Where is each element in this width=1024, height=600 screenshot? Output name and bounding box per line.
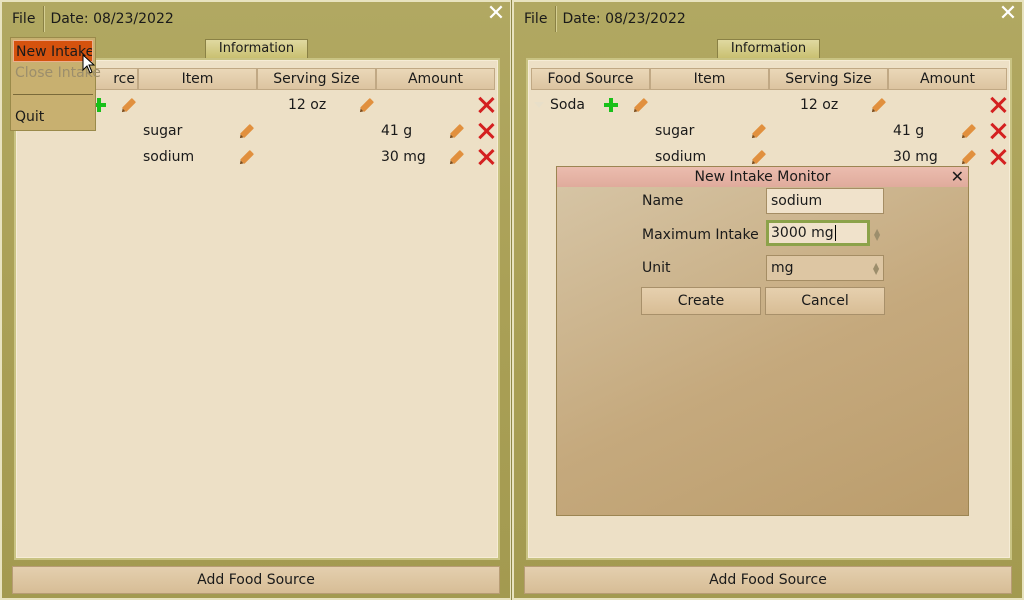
pencil-icon[interactable] bbox=[239, 123, 255, 139]
item-amount: 41 g bbox=[893, 123, 925, 139]
pencil-icon[interactable] bbox=[871, 97, 887, 113]
column-serving-size: Serving Size bbox=[769, 68, 888, 90]
pencil-icon[interactable] bbox=[121, 97, 137, 113]
delete-x-icon[interactable] bbox=[478, 123, 494, 139]
file-menu[interactable]: File bbox=[516, 6, 555, 32]
dialog-title: New Intake Monitor bbox=[694, 169, 831, 185]
maximum-intake-field[interactable]: 3000 mg bbox=[766, 220, 870, 246]
new-intake-monitor-dialog: New Intake Monitor ✕ Name sodium Maximum… bbox=[556, 166, 969, 516]
table-header: Food Source Item Serving Size Amount bbox=[531, 68, 1007, 90]
table-row-item: sugar 41 g bbox=[528, 119, 1010, 143]
unit-label: Unit bbox=[642, 260, 671, 276]
plus-icon[interactable] bbox=[604, 98, 618, 112]
left-window: File Date: 08/23/2022 ✕ Information rce … bbox=[0, 0, 513, 600]
table-row-item: sodium 30 mg bbox=[16, 145, 498, 169]
add-food-source-button[interactable]: Add Food Source bbox=[524, 566, 1012, 594]
pencil-icon[interactable] bbox=[359, 97, 375, 113]
cancel-button[interactable]: Cancel bbox=[765, 287, 885, 315]
pencil-icon[interactable] bbox=[449, 149, 465, 165]
pencil-icon[interactable] bbox=[961, 123, 977, 139]
date-label: Date: 08/23/2022 bbox=[562, 11, 686, 27]
item-amount: 30 mg bbox=[381, 149, 426, 165]
maximum-intake-value: 3000 mg bbox=[771, 225, 834, 241]
serving-size-value: 12 oz bbox=[800, 97, 839, 113]
food-table-panel: rce Item Serving Size Amount 12 oz sugar… bbox=[14, 58, 500, 560]
item-name: sodium bbox=[143, 149, 195, 165]
mouse-cursor-icon bbox=[82, 54, 96, 74]
column-food-source: Food Source bbox=[531, 68, 650, 90]
column-serving-size: Serving Size bbox=[257, 68, 376, 90]
maximum-intake-label: Maximum Intake bbox=[642, 227, 759, 243]
close-icon[interactable]: ✕ bbox=[951, 167, 964, 187]
item-name: sugar bbox=[143, 123, 183, 139]
item-amount: 41 g bbox=[381, 123, 413, 139]
unit-value: mg bbox=[771, 260, 794, 276]
add-food-source-button[interactable]: Add Food Source bbox=[12, 566, 500, 594]
delete-x-icon[interactable] bbox=[990, 123, 1006, 139]
menu-item-quit[interactable]: Quit bbox=[13, 106, 44, 128]
serving-size-value: 12 oz bbox=[288, 97, 327, 113]
delete-x-icon[interactable] bbox=[478, 149, 494, 165]
column-amount: Amount bbox=[888, 68, 1007, 90]
column-amount: Amount bbox=[376, 68, 495, 90]
menu-separator bbox=[13, 94, 93, 95]
pencil-icon[interactable] bbox=[751, 149, 767, 165]
menubar: File Date: 08/23/2022 bbox=[516, 6, 992, 32]
create-button[interactable]: Create bbox=[641, 287, 761, 315]
pencil-icon[interactable] bbox=[751, 123, 767, 139]
close-icon[interactable]: ✕ bbox=[998, 3, 1018, 25]
delete-x-icon[interactable] bbox=[478, 97, 494, 113]
menu-item-new-intake[interactable]: New Intake bbox=[13, 40, 93, 62]
pencil-icon[interactable] bbox=[449, 123, 465, 139]
pencil-icon[interactable] bbox=[239, 149, 255, 165]
expand-arrow-icon[interactable] bbox=[534, 102, 544, 108]
menubar: File Date: 08/23/2022 bbox=[4, 6, 480, 32]
pencil-icon[interactable] bbox=[633, 97, 649, 113]
select-arrows-icon[interactable]: ▲ ▼ bbox=[873, 262, 879, 276]
food-source-name: Soda bbox=[550, 97, 585, 113]
name-label: Name bbox=[642, 193, 684, 209]
column-item: Item bbox=[650, 68, 769, 90]
unit-select[interactable]: mg bbox=[766, 255, 884, 281]
item-name: sugar bbox=[655, 123, 695, 139]
pencil-icon[interactable] bbox=[961, 149, 977, 165]
text-caret bbox=[834, 225, 836, 241]
table-row-food: Soda 12 oz bbox=[528, 93, 1010, 117]
tab-information[interactable]: Information bbox=[205, 39, 308, 58]
column-item: Item bbox=[138, 68, 257, 90]
close-icon[interactable]: ✕ bbox=[486, 3, 506, 25]
file-dropdown-menu: New Intake Close Intake Quit bbox=[10, 37, 101, 131]
date-label: Date: 08/23/2022 bbox=[50, 11, 174, 27]
name-field[interactable]: sodium bbox=[766, 188, 884, 214]
tab-information[interactable]: Information bbox=[717, 39, 820, 58]
file-menu[interactable]: File bbox=[4, 6, 43, 32]
delete-x-icon[interactable] bbox=[990, 149, 1006, 165]
delete-x-icon[interactable] bbox=[990, 97, 1006, 113]
dialog-titlebar: New Intake Monitor ✕ bbox=[557, 167, 968, 187]
spinner-arrows-icon[interactable]: ▲ ▼ bbox=[874, 228, 880, 242]
